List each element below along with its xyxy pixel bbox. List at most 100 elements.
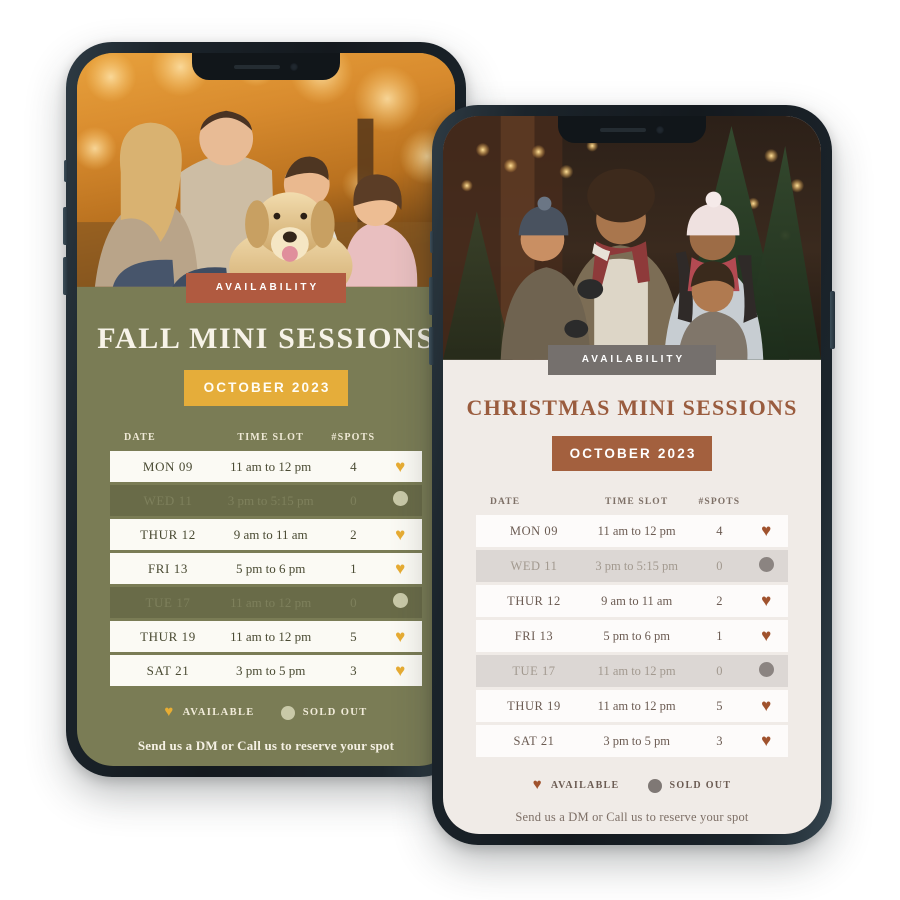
- table-row[interactable]: MON 09 11 am to 12 pm 4 ♥: [476, 515, 788, 547]
- heart-icon: ♥: [761, 626, 772, 645]
- fall-header-date: DATE: [124, 432, 156, 443]
- phone-fall-volume-down-button[interactable]: [63, 257, 68, 295]
- phone-fall-mute-switch[interactable]: [64, 160, 68, 182]
- heart-icon: ♥: [395, 558, 406, 578]
- row-spots: 0: [328, 485, 379, 516]
- fall-session-screen: AVAILABILITY FALL MINI SESSIONS OCTOBER …: [77, 53, 455, 766]
- row-time: 5 pm to 6 pm: [212, 553, 329, 584]
- heart-icon: ♥: [395, 626, 406, 646]
- fall-legend-sold-out: SOLD OUT: [280, 705, 368, 720]
- row-spots: 2: [328, 519, 379, 550]
- christmas-header-status: [744, 496, 788, 512]
- row-time: 9 am to 11 am: [212, 519, 329, 550]
- row-time: 3 pm to 5:15 pm: [212, 485, 329, 516]
- fall-slots-table-wrapper: DATE TIME SLOT #SPOTS MON 09 11 am to 12…: [110, 428, 422, 689]
- row-time: 3 pm to 5:15 pm: [578, 550, 695, 582]
- fall-legend-available-label: AVAILABLE: [182, 707, 255, 718]
- christmas-legend-sold-out: SOLD OUT: [647, 778, 732, 793]
- table-row[interactable]: THUR 19 11 am to 12 pm 5 ♥: [110, 621, 422, 652]
- row-date: WED 11: [510, 558, 558, 573]
- autumn-family-photo-illustration: [77, 53, 455, 287]
- sold-out-dot-icon: [392, 491, 408, 506]
- fall-legend: ♥ AVAILABLE SOLD OUT: [164, 705, 367, 720]
- row-time: 3 pm to 5 pm: [212, 655, 329, 686]
- christmas-legend-available: ♥ AVAILABLE: [533, 778, 620, 793]
- fall-month-button[interactable]: OCTOBER 2023: [184, 370, 348, 406]
- fall-legend-available: ♥ AVAILABLE: [164, 705, 254, 720]
- row-time: 11 am to 12 pm: [212, 621, 329, 652]
- heart-icon: ♥: [395, 456, 406, 476]
- front-camera-icon: [290, 62, 298, 71]
- row-time: 11 am to 12 pm: [578, 655, 695, 687]
- row-spots: 4: [694, 515, 745, 547]
- christmas-table-body: MON 09 11 am to 12 pm 4 ♥ WED 11 3 pm to…: [476, 515, 788, 757]
- row-spots: 3: [328, 655, 379, 686]
- fall-legend-sold-out-label: SOLD OUT: [302, 707, 368, 718]
- phone-xmas-mute-switch[interactable]: [430, 231, 434, 253]
- fall-session-body: AVAILABILITY FALL MINI SESSIONS OCTOBER …: [77, 273, 455, 766]
- christmas-footnote: Send us a DM or Call us to reserve your …: [515, 810, 749, 824]
- table-row[interactable]: THUR 12 9 am to 11 am 2 ♥: [476, 585, 788, 617]
- phone-mockup-christmas: AVAILABILITY CHRISTMAS MINI SESSIONS OCT…: [429, 105, 835, 845]
- front-camera-icon: [656, 125, 664, 134]
- heart-icon: ♥: [164, 704, 175, 720]
- row-time: 9 am to 11 am: [578, 585, 695, 617]
- heart-icon: ♥: [761, 731, 772, 750]
- fall-hero-photo: [77, 53, 455, 288]
- table-row[interactable]: TUE 17 11 am to 12 pm 0: [110, 587, 422, 618]
- christmas-legend-available-label: AVAILABLE: [550, 780, 620, 791]
- row-time: 3 pm to 5 pm: [578, 725, 695, 757]
- table-row[interactable]: SAT 21 3 pm to 5 pm 3 ♥: [110, 655, 422, 686]
- earpiece-speaker-icon: [234, 64, 280, 69]
- phone-xmas-volume-down-button[interactable]: [429, 327, 434, 365]
- phone-fall-notch: [192, 53, 340, 80]
- heart-icon: ♥: [395, 524, 406, 544]
- christmas-session-body: AVAILABILITY CHRISTMAS MINI SESSIONS OCT…: [443, 345, 821, 834]
- fall-availability-badge: AVAILABILITY: [186, 273, 346, 303]
- table-row[interactable]: THUR 12 9 am to 11 am 2 ♥: [110, 519, 422, 550]
- christmas-availability-badge: AVAILABILITY: [548, 345, 716, 375]
- table-row[interactable]: FRI 13 5 pm to 6 pm 1 ♥: [476, 620, 788, 652]
- table-row[interactable]: THUR 19 11 am to 12 pm 5 ♥: [476, 690, 788, 722]
- phone-xmas-volume-up-button[interactable]: [429, 277, 434, 315]
- row-date: THUR 12: [140, 526, 196, 542]
- sold-out-dot-icon: [758, 661, 774, 677]
- row-spots: 3: [694, 725, 745, 757]
- phone-mockup-fall: AVAILABILITY FALL MINI SESSIONS OCTOBER …: [63, 42, 469, 777]
- row-spots: 1: [694, 620, 745, 652]
- table-row[interactable]: WED 11 3 pm to 5:15 pm 0: [110, 485, 422, 516]
- heart-icon: ♥: [761, 696, 772, 715]
- phone-xmas-power-button[interactable]: [830, 291, 835, 349]
- christmas-month-button[interactable]: OCTOBER 2023: [552, 436, 712, 471]
- table-row[interactable]: WED 11 3 pm to 5:15 pm 0: [476, 550, 788, 582]
- table-row[interactable]: SAT 21 3 pm to 5 pm 3 ♥: [476, 725, 788, 757]
- heart-icon: ♥: [761, 521, 772, 540]
- earpiece-speaker-icon: [600, 127, 646, 132]
- table-row[interactable]: MON 09 11 am to 12 pm 4 ♥: [110, 451, 422, 482]
- row-date: FRI 13: [147, 560, 188, 576]
- christmas-page-title: CHRISTMAS MINI SESSIONS: [466, 395, 798, 420]
- phone-xmas-notch: [558, 116, 706, 143]
- christmas-legend-sold-out-label: SOLD OUT: [669, 780, 732, 791]
- row-spots: 0: [694, 550, 745, 582]
- fall-header-time-slot: TIME SLOT: [237, 432, 304, 443]
- fall-header-spots: #SPOTS: [331, 432, 376, 443]
- sold-out-dot-icon: [758, 556, 774, 572]
- fall-table-body: MON 09 11 am to 12 pm 4 ♥ WED 11 3 pm to…: [110, 451, 422, 686]
- christmas-family-photo-illustration: [443, 116, 821, 360]
- christmas-header-spots: #SPOTS: [698, 497, 741, 507]
- row-time: 11 am to 12 pm: [212, 451, 329, 482]
- row-date: SAT 21: [513, 733, 555, 748]
- row-date: WED 11: [143, 492, 193, 508]
- christmas-header-date: DATE: [490, 497, 521, 507]
- row-time: 11 am to 12 pm: [212, 587, 329, 618]
- fall-page-title: FALL MINI SESSIONS: [97, 322, 435, 355]
- table-row[interactable]: TUE 17 11 am to 12 pm 0: [476, 655, 788, 687]
- christmas-header-time-slot: TIME SLOT: [605, 497, 669, 507]
- row-date: MON 09: [142, 458, 194, 474]
- phone-fall-volume-up-button[interactable]: [63, 207, 68, 245]
- table-row[interactable]: FRI 13 5 pm to 6 pm 1 ♥: [110, 553, 422, 584]
- christmas-session-screen: AVAILABILITY CHRISTMAS MINI SESSIONS OCT…: [443, 116, 821, 834]
- heart-icon: ♥: [761, 591, 772, 610]
- row-time: 5 pm to 6 pm: [578, 620, 695, 652]
